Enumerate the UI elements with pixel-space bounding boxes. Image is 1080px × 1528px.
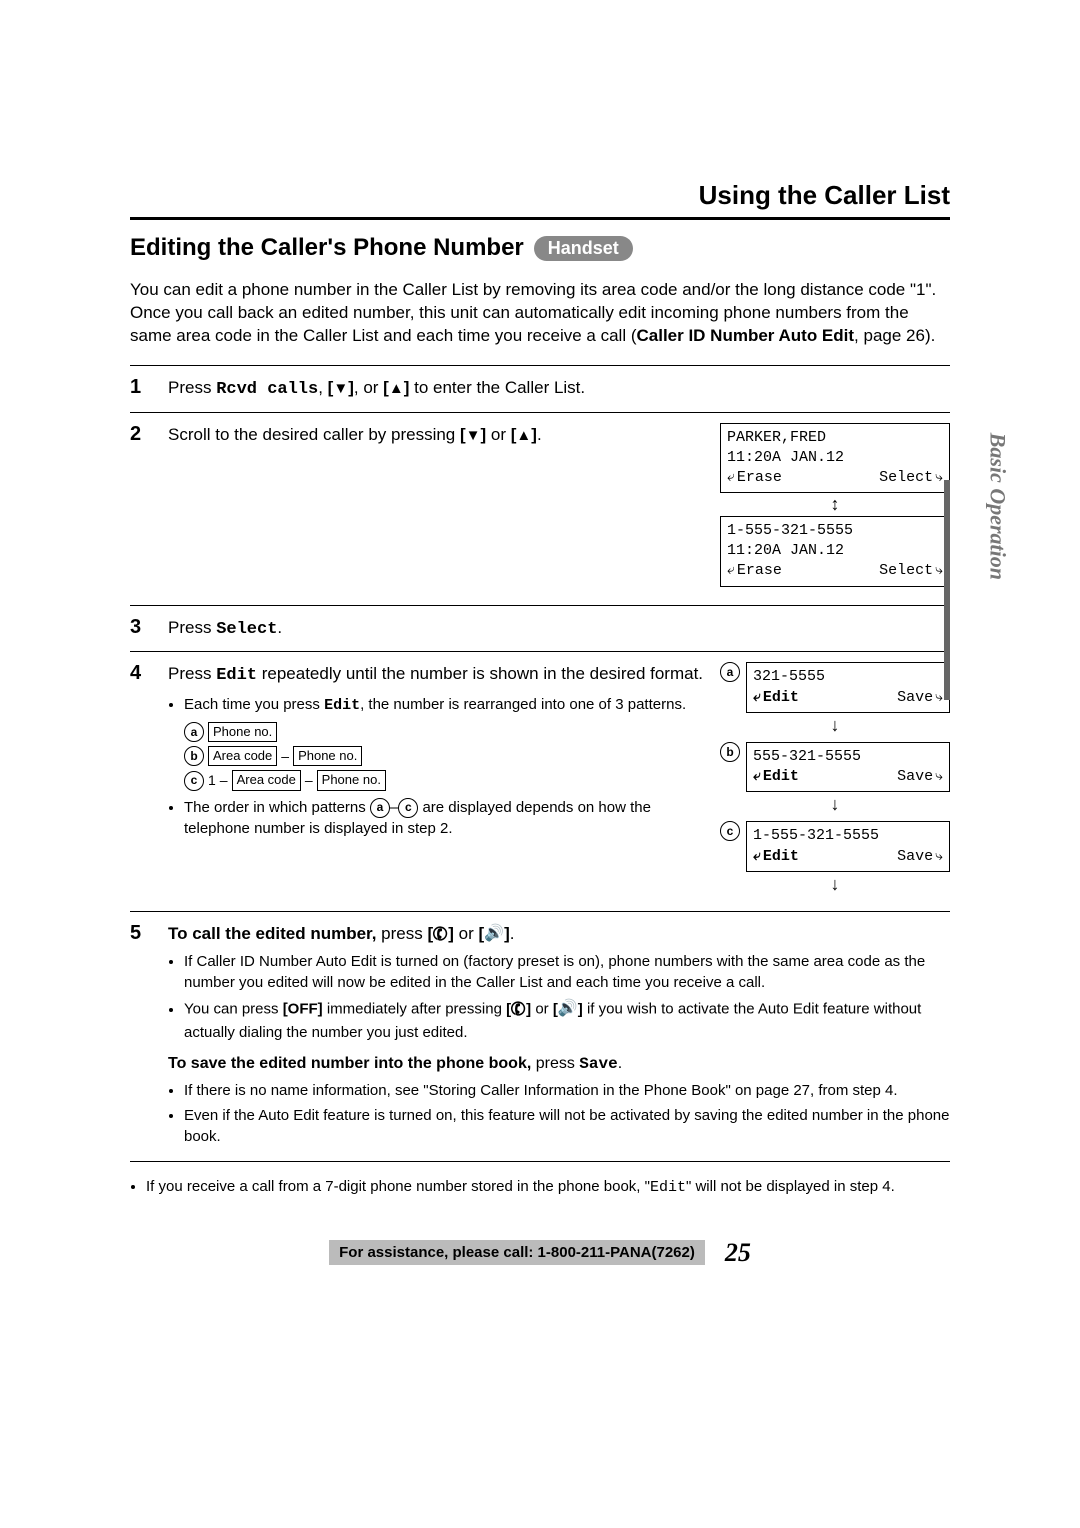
pattern-b: b Area code – Phone no. (184, 746, 712, 766)
step-number-5: 5 (130, 922, 160, 1151)
lcd-display-a: 321-5555 EditSave (746, 662, 950, 713)
step-1-body: Press Rcvd calls, [▼], or [▲] to enter t… (168, 376, 950, 402)
updown-arrow-icon: ↕ (720, 497, 950, 511)
speaker-icon: 🔊 (558, 998, 578, 1020)
note-block: If you receive a call from a 7-digit pho… (130, 1161, 950, 1198)
lcd-label-a: a (720, 662, 740, 682)
down-arrow-icon: ↓ (720, 715, 950, 736)
lcd-label-b: b (720, 742, 740, 762)
handset-icon: ✆ (429, 920, 452, 949)
pattern-a: a Phone no. (184, 722, 712, 742)
handset-icon: ✆ (507, 995, 530, 1024)
handset-pill: Handset (534, 236, 633, 261)
step-number-2: 2 (130, 423, 160, 595)
footer-assistance: For assistance, please call: 1-800-211-P… (329, 1240, 705, 1265)
intro-text: You can edit a phone number in the Calle… (130, 279, 950, 348)
section-title: Using the Caller List (130, 180, 950, 220)
section-tab: Basic Operation (984, 433, 1010, 580)
pattern-c: c 1– Area code – Phone no. (184, 770, 712, 790)
lcd-display-2: 1-555-321-5555 11:20A JAN.12 EraseSelect (720, 516, 950, 587)
speaker-icon: 🔊 (484, 923, 504, 945)
lcd-display-c: 1-555-321-5555 EditSave (746, 821, 950, 872)
lcd-label-c: c (720, 821, 740, 841)
lcd-display-b: 555-321-5555 EditSave (746, 742, 950, 793)
step-2-body: Scroll to the desired caller by pressing… (168, 423, 712, 595)
step-3-body: Press Select. (168, 616, 950, 642)
step-number-3: 3 (130, 616, 160, 642)
step-number-4: 4 (130, 662, 160, 901)
page-number: 25 (725, 1238, 751, 1268)
page-heading: Editing the Caller's Phone Number (130, 234, 524, 262)
down-arrow-icon: ↓ (720, 874, 950, 895)
step-5-body: To call the edited number, press [✆] or … (168, 922, 950, 1151)
step-number-1: 1 (130, 376, 160, 402)
save-subheading: To save the edited number into the phone… (168, 1053, 950, 1075)
lcd-display-1: PARKER,FRED 11:20A JAN.12 EraseSelect (720, 423, 950, 494)
down-arrow-icon: ↓ (720, 794, 950, 815)
step-4-body: Press Edit repeatedly until the number i… (168, 662, 712, 901)
